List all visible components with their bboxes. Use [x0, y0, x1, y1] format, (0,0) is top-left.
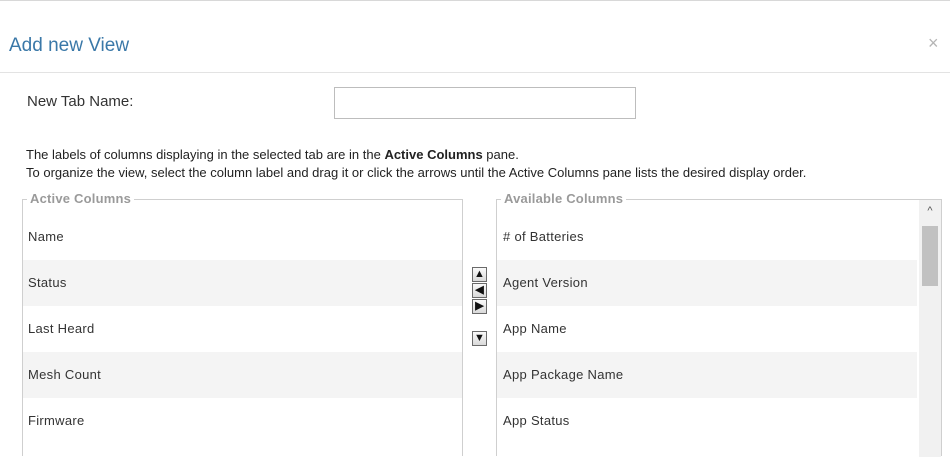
instructions-line2: To organize the view, select the column …	[26, 165, 807, 180]
instructions-line1-prefix: The labels of columns displaying in the …	[26, 147, 385, 162]
scrollbar-thumb[interactable]	[922, 226, 938, 286]
arrow-down-icon: ▼	[474, 332, 485, 344]
available-column-item[interactable]: # of Batteries	[497, 214, 917, 260]
add-view-dialog: Add new View × New Tab Name: The labels …	[0, 0, 950, 457]
move-down-button[interactable]: ▼	[472, 331, 487, 346]
available-column-item[interactable]: Agent Version	[497, 260, 917, 306]
instructions-line1-suffix: pane.	[482, 147, 519, 162]
available-column-item[interactable]: App Name	[497, 306, 917, 352]
dialog-title: Add new View	[9, 35, 130, 56]
active-column-item[interactable]: Firmware	[23, 398, 462, 444]
title-divider	[0, 72, 950, 73]
active-columns-pane: Active Columns Name Status Last Heard Me…	[22, 191, 463, 456]
move-left-button[interactable]: ◀	[472, 283, 487, 298]
active-column-item[interactable]: Name	[23, 214, 462, 260]
move-up-button[interactable]: ▲	[472, 267, 487, 282]
available-column-item[interactable]: App Status	[497, 398, 917, 444]
tab-name-label: New Tab Name:	[27, 93, 134, 110]
close-icon[interactable]: ×	[928, 33, 939, 53]
active-column-item[interactable]: Mesh Count	[23, 352, 462, 398]
active-columns-legend: Active Columns	[27, 191, 135, 206]
arrow-right-icon: ▶	[475, 300, 484, 312]
arrow-left-icon: ◀	[475, 284, 484, 296]
instructions-text: The labels of columns displaying in the …	[26, 146, 946, 182]
move-right-button[interactable]: ▶	[472, 299, 487, 314]
instructions-line1-bold: Active Columns	[384, 147, 483, 162]
available-columns-scrollbar[interactable]: ^	[919, 200, 941, 457]
active-column-item[interactable]: Status	[23, 260, 462, 306]
available-columns-legend: Available Columns	[501, 191, 627, 206]
arrow-up-icon: ▲	[474, 268, 485, 280]
available-column-item[interactable]: App Package Name	[497, 352, 917, 398]
scroll-up-icon[interactable]: ^	[919, 200, 941, 220]
active-column-item[interactable]: Last Heard	[23, 306, 462, 352]
available-columns-pane: Available Columns # of Batteries Agent V…	[496, 191, 942, 457]
tab-name-input[interactable]	[334, 87, 636, 119]
